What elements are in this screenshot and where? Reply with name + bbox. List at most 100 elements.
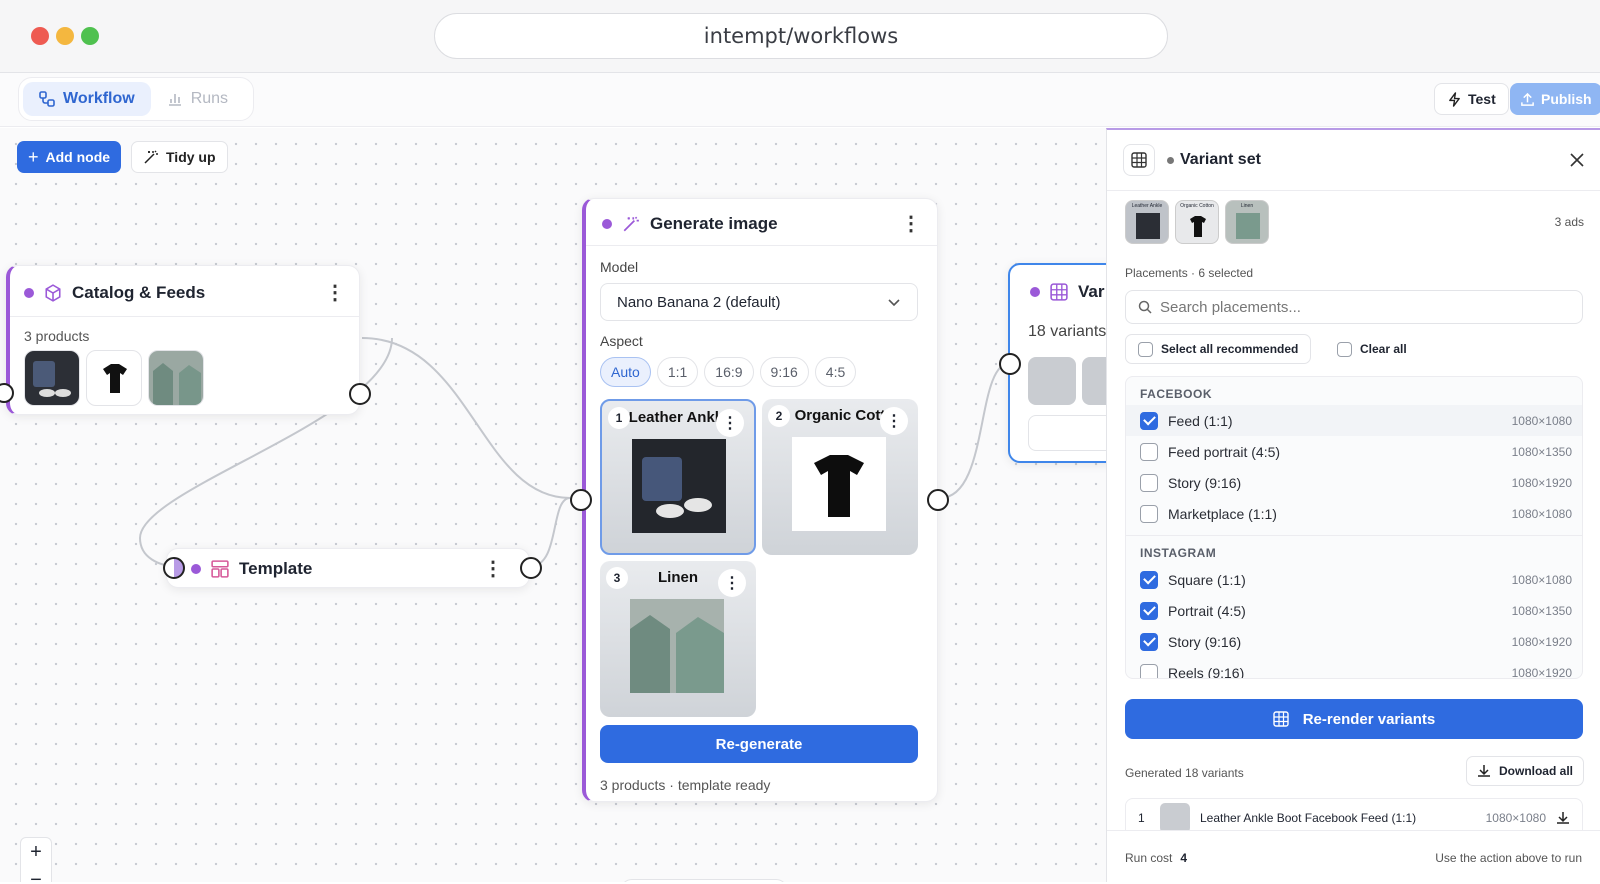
aspect-chip-9-16[interactable]: 9:16 (759, 357, 809, 387)
catalog-output-port[interactable] (349, 383, 371, 405)
ad-thumb-2[interactable]: Organic Cotton (1175, 200, 1219, 244)
template-output-port[interactable] (520, 557, 542, 579)
variant-thumb[interactable] (1028, 357, 1076, 405)
generate-node-footer: 3 products · template ready (600, 777, 771, 793)
aspect-chip-16-9[interactable]: 16:9 (704, 357, 754, 387)
aspect-chip-auto[interactable]: Auto (600, 357, 651, 387)
test-button[interactable]: Test (1434, 83, 1509, 115)
search-placements-input[interactable]: Search placements... (1125, 290, 1583, 324)
variant-size: 1080×1080 (1485, 811, 1546, 825)
clear-all-button[interactable]: Clear all (1327, 334, 1417, 364)
rerender-variants-button[interactable]: Re-render variants (1125, 699, 1583, 739)
placement-row[interactable]: Portrait (4:5) 1080×1350 (1126, 595, 1582, 626)
variant-node-header: Var (1030, 277, 1104, 307)
placement-row[interactable]: Story (9:16) 1080×1920 (1126, 467, 1582, 498)
variant-name: Leather Ankle Boot Facebook Feed (1:1) (1200, 811, 1417, 825)
variant-set-node[interactable]: Var 18 variants (1008, 263, 1106, 463)
generate-output-port[interactable] (927, 489, 949, 511)
workflow-icon (39, 91, 55, 107)
more-options-icon[interactable]: ⋮ (325, 283, 345, 303)
variant-node-title: Var (1078, 282, 1105, 301)
checkbox[interactable] (1140, 663, 1158, 678)
regenerate-button[interactable]: Re-generate (600, 725, 918, 763)
variant-thumbs (1028, 357, 1106, 405)
more-options-icon[interactable]: ⋮ (880, 407, 908, 435)
generate-node-title: Generate image (650, 214, 778, 233)
ad-thumb-2-label: Organic Cotton (1180, 203, 1214, 209)
close-window-button[interactable] (31, 27, 49, 45)
workflow-canvas[interactable]: + Add node Tidy up Catalog & Feeds ⋮ 3 p… (0, 128, 1106, 882)
placement-row[interactable]: Square (1:1) 1080×1080 (1126, 564, 1582, 595)
zoom-controls: + − (20, 837, 52, 882)
generate-input-port[interactable] (570, 489, 592, 511)
product-thumb-tshirt[interactable] (86, 350, 142, 406)
aspect-chip-1-1[interactable]: 1:1 (656, 357, 699, 387)
checkbox[interactable] (1140, 570, 1158, 589)
more-options-icon[interactable]: ⋮ (718, 569, 746, 597)
status-dot (1030, 287, 1040, 297)
placement-label: Portrait (4:5) (1168, 602, 1246, 619)
placement-row[interactable]: Feed (1:1) 1080×1080 (1126, 405, 1582, 436)
variant-thumb[interactable] (1082, 357, 1106, 405)
generated-image-1[interactable]: 1 Leather Ankle ⋮ (600, 399, 756, 555)
generated-image-3[interactable]: 3 Linen ⋮ (600, 561, 756, 717)
product-thumb-linen[interactable] (148, 350, 204, 406)
status-dot (1167, 156, 1174, 164)
more-options-icon[interactable]: ⋮ (901, 214, 921, 234)
download-all-button[interactable]: Download all (1465, 756, 1584, 786)
placement-size: 1080×1920 (1511, 475, 1572, 490)
more-options-icon[interactable]: ⋮ (483, 559, 503, 579)
catalog-node-title: Catalog & Feeds (72, 283, 206, 302)
variant-input-port[interactable] (999, 353, 1021, 375)
rerender-label: Re-render variants (1302, 710, 1436, 728)
grid-icon (1273, 711, 1289, 727)
variant-node-action[interactable] (1028, 415, 1106, 451)
magic-wand-icon (623, 216, 639, 232)
address-bar[interactable]: intempt/workflows (434, 13, 1168, 59)
app: Workflow Runs Test Publish + Add node Ti… (0, 72, 1600, 884)
edge-catalog-generate (361, 337, 571, 499)
zoom-in-icon[interactable]: + (30, 838, 42, 867)
ad-thumb-1[interactable]: Leather Ankle (1125, 200, 1169, 244)
placement-row[interactable]: Feed portrait (4:5) 1080×1350 (1126, 436, 1582, 467)
image-number: 1 (608, 407, 630, 429)
checkbox[interactable] (1140, 504, 1158, 523)
tab-runs-label: Runs (190, 90, 229, 107)
select-all-recommended-button[interactable]: Select all recommended (1125, 334, 1312, 364)
placement-row[interactable]: Marketplace (1:1) 1080×1080 (1126, 498, 1582, 529)
placements-list[interactable]: FACEBOOK Feed (1:1) 1080×1080 Feed portra… (1125, 376, 1583, 679)
placement-size: 1080×1920 (1511, 634, 1572, 649)
cube-icon (45, 284, 61, 302)
maximize-window-button[interactable] (81, 27, 99, 45)
generated-image-2[interactable]: 2 Organic Cott ⋮ (762, 399, 918, 555)
more-options-icon[interactable]: ⋮ (716, 409, 744, 437)
panel-footer: Run cost 4 Use the action above to run (1107, 830, 1600, 884)
aspect-label: Aspect (600, 333, 643, 349)
model-select[interactable]: Nano Banana 2 (default) (600, 283, 918, 321)
placement-row[interactable]: Reels (9:16) 1080×1920 (1126, 657, 1582, 678)
generate-image-node[interactable]: Generate image ⋮ Model Nano Banana 2 (de… (582, 198, 938, 802)
close-icon[interactable] (1570, 153, 1584, 167)
placement-row[interactable]: Story (9:16) 1080×1920 (1126, 626, 1582, 657)
template-input-port[interactable] (163, 557, 185, 579)
aspect-chip-4-5[interactable]: 4:5 (814, 357, 857, 387)
minimize-window-button[interactable] (56, 27, 74, 45)
tab-workflow[interactable]: Workflow (23, 82, 151, 116)
checkbox-icon (1138, 341, 1153, 357)
publish-button[interactable]: Publish (1510, 83, 1600, 115)
status-dot (191, 564, 201, 574)
download-icon[interactable] (1556, 811, 1570, 825)
product-thumb-boots[interactable] (24, 350, 80, 406)
checkbox[interactable] (1140, 411, 1158, 430)
panel-thumbs: Leather Ankle Organic Cotton Linen (1125, 200, 1269, 244)
catalog-feeds-node[interactable]: Catalog & Feeds ⋮ 3 products (6, 265, 360, 415)
zoom-out-icon[interactable]: − (30, 867, 42, 882)
tab-runs[interactable]: Runs (151, 82, 244, 116)
template-node[interactable]: Template ⋮ (166, 548, 530, 588)
variant-number: 1 (1138, 811, 1145, 825)
checkbox[interactable] (1140, 473, 1158, 492)
checkbox[interactable] (1140, 601, 1158, 620)
checkbox[interactable] (1140, 632, 1158, 651)
ad-thumb-3[interactable]: Linen (1225, 200, 1269, 244)
checkbox[interactable] (1140, 442, 1158, 461)
